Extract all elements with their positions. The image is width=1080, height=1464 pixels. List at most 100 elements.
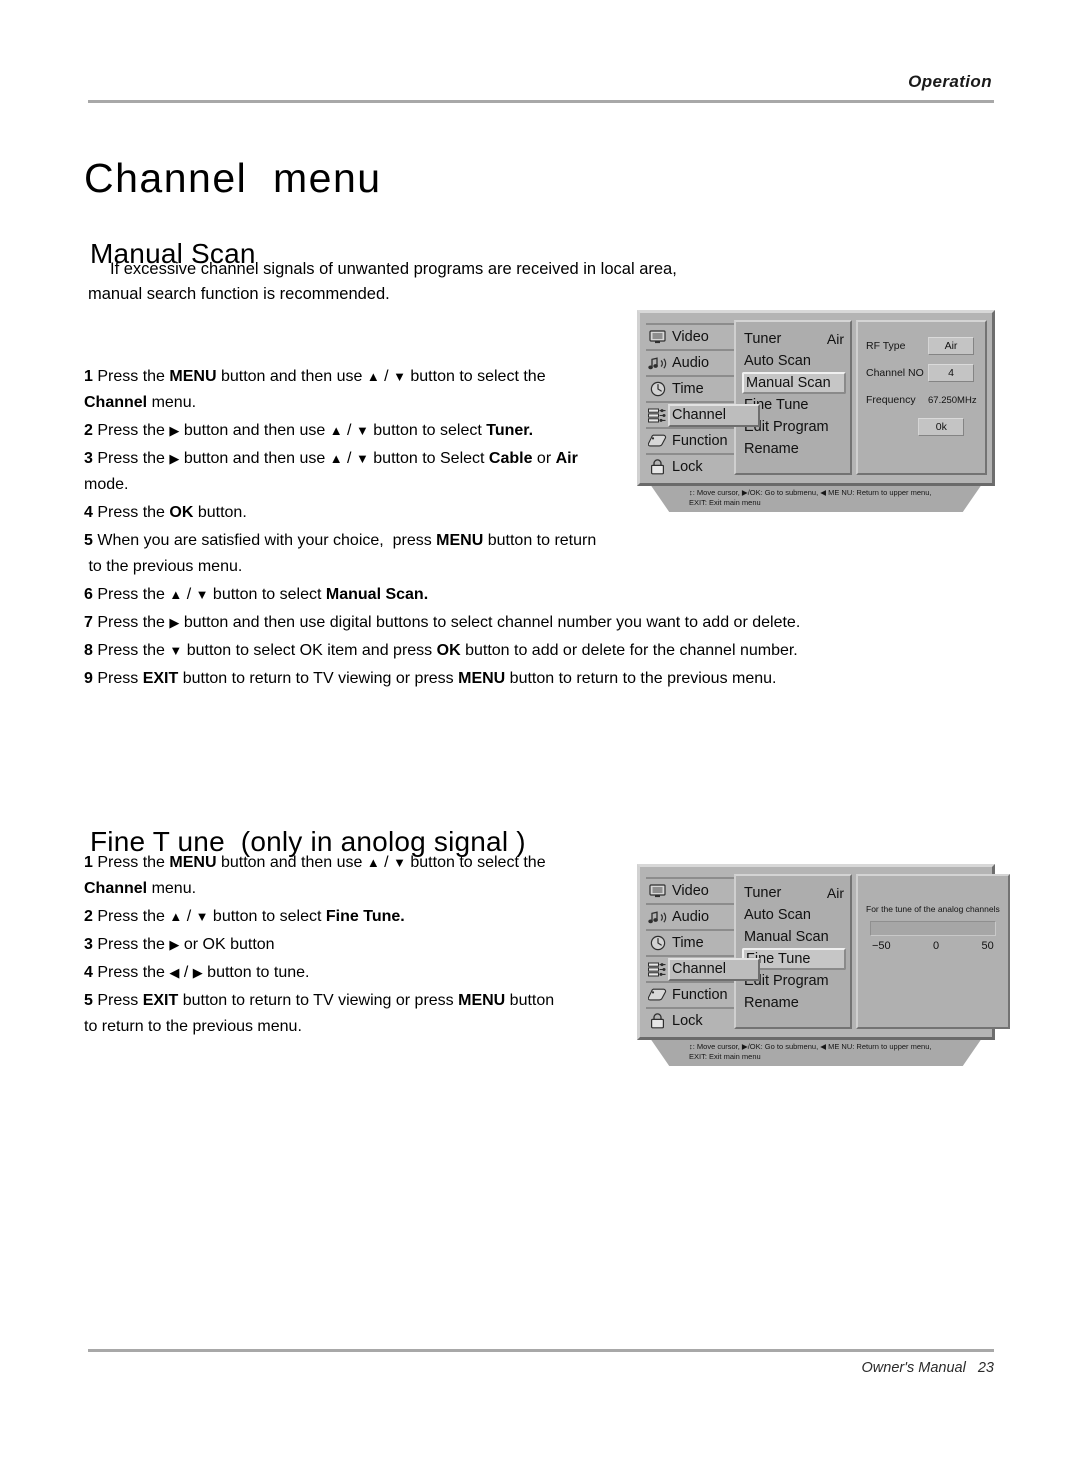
osd-menu-item-manual-scan[interactable]: Manual Scan [742, 372, 846, 394]
osd-sidebar-item-label: Lock [672, 459, 703, 475]
step-number: 4 [84, 504, 93, 521]
sliders-icon [648, 407, 667, 424]
scale-min-label: −50 [872, 940, 891, 952]
scale-max-label: 50 [981, 940, 994, 952]
sliders-icon [648, 961, 667, 978]
footer-rule [88, 1349, 994, 1352]
fine-tune-caption: For the tune of the analog channels [866, 904, 1000, 914]
music-note-icon [648, 909, 667, 926]
osd-screenshot-manual-scan: Video Audio Time Channel Function Lock Tuner A… [637, 310, 995, 512]
step-item: 6 Press the ▲ / ▼ button to select Manua… [84, 586, 429, 603]
osd-menu-item-tuner[interactable]: Tuner Air [742, 882, 846, 904]
padlock-icon [648, 1013, 667, 1030]
frequency-row: Frequency 67.250MHz [866, 388, 977, 412]
step-number: 8 [84, 642, 93, 659]
fine-tune-slider[interactable] [870, 921, 996, 936]
step-number: 3 [84, 936, 93, 953]
osd-sidebar-item-video[interactable]: Video [646, 323, 734, 349]
manual-label: Owner's Manual [861, 1360, 966, 1376]
osd-sidebar-item-function[interactable]: Function [646, 981, 734, 1007]
channel-no-row: Channel NO 4 [866, 361, 977, 385]
osd-sidebar-item-time[interactable]: Time [646, 375, 734, 401]
osd-menu-item-label: Auto Scan [744, 907, 811, 923]
step-number: 5 [84, 992, 93, 1009]
osd-menu-item-value: Air [826, 885, 844, 901]
osd-hint-line-1: ↕: Move cursor, ▶/OK: Go to submenu, ◀ M… [689, 1042, 932, 1051]
step-item: 7 Press the ▶ button and then use digita… [84, 614, 801, 631]
osd-menu-item-value: Air [826, 331, 844, 347]
frequency-value: 67.250MHz [928, 394, 977, 406]
intro-line-2: manual search function is recommended. [88, 285, 390, 303]
osd-sidebar-item-label: Time [672, 935, 704, 951]
page-number: 23 [977, 1360, 994, 1376]
step-number: 6 [84, 586, 93, 603]
osd-menu-item-label: Manual Scan [744, 929, 829, 945]
channel-no-value[interactable]: 4 [928, 364, 974, 382]
osd-sidebar-item-audio[interactable]: Audio [646, 349, 734, 375]
osd-sidebar-item-lock[interactable]: Lock [646, 1007, 734, 1033]
step-number: 4 [84, 964, 93, 981]
osd-sidebar[interactable]: Video Audio Time Channel Function Lock [646, 320, 760, 475]
page-title: Channel menu [84, 155, 382, 202]
osd-sidebar-item-channel[interactable]: Channel [646, 401, 760, 427]
step-item: 3 Press the ▶ or OK button [84, 936, 275, 953]
step-number: 2 [84, 908, 93, 925]
osd-menu-item-label: Manual Scan [746, 375, 831, 391]
osd-sidebar-item-time[interactable]: Time [646, 929, 734, 955]
osd-hint-line-2: EXIT: Exit main menu [689, 1052, 761, 1061]
osd-sidebar[interactable]: Video Audio Time Channel Function Lock [646, 874, 760, 1029]
osd-sidebar-item-label: Video [672, 329, 709, 345]
channel-no-label: Channel NO [866, 367, 924, 379]
osd-menu-item-tuner[interactable]: Tuner Air [742, 328, 846, 350]
osd-sidebar-item-channel[interactable]: Channel [646, 955, 760, 981]
page-running-head: Operation [88, 72, 994, 92]
osd-sidebar-item-label: Video [672, 883, 709, 899]
page-footer: Owner's Manual 23 [88, 1360, 994, 1376]
step-number: 2 [84, 422, 93, 439]
padlock-icon [648, 459, 667, 476]
osd-sidebar-item-label: Function [672, 987, 728, 1003]
step-item: 4 Press the ◀ / ▶ button to tune. [84, 964, 310, 981]
osd-sidebar-item-function[interactable]: Function [646, 427, 734, 453]
osd-hint-text: ↕: Move cursor, ▶/OK: Go to submenu, ◀ M… [689, 1042, 931, 1062]
step-number: 1 [84, 854, 93, 871]
osd-sidebar-item-label: Function [672, 433, 728, 449]
step-number: 5 [84, 532, 93, 549]
osd-sidebar-item-label: Time [672, 381, 704, 397]
ok-button[interactable]: 0k [918, 418, 965, 436]
osd-menu-item-auto-scan[interactable]: Auto Scan [742, 350, 846, 372]
osd-menu-list[interactable]: Tuner Air Auto Scan Manual Scan Fine Tune Edi… [734, 874, 852, 1029]
fine-tune-scale: −50 0 50 [866, 940, 1000, 952]
monitor-icon [648, 329, 667, 346]
intro-line-1: If excessive channel signals of unwanted… [110, 260, 677, 278]
osd-sidebar-item-video[interactable]: Video [646, 877, 734, 903]
step-item: 1 Press the MENU button and then use ▲ /… [84, 854, 546, 897]
osd-hint-line-2: EXIT: Exit main menu [689, 498, 761, 507]
tag-icon [648, 433, 667, 450]
osd-menu-item-rename[interactable]: Rename [742, 992, 846, 1014]
fine-tune-step-list: 1 Press the MENU button and then use ▲ /… [84, 850, 644, 1042]
running-head-label: Operation [908, 72, 992, 91]
osd-screenshot-fine-tune: Video Audio Time Channel Function Lock Tuner A… [637, 864, 1010, 1066]
osd-detail-panel-manual-scan: RF Type Air Channel NO 4 Frequency 67.25… [856, 320, 987, 475]
osd-menu-item-manual-scan[interactable]: Manual Scan [742, 926, 846, 948]
header-rule [88, 100, 994, 103]
osd-menu-list[interactable]: Tuner Air Auto Scan Manual Scan Fine Tune Edi… [734, 320, 852, 475]
osd-menu-item-auto-scan[interactable]: Auto Scan [742, 904, 846, 926]
step-number: 7 [84, 614, 93, 631]
tag-icon [648, 987, 667, 1004]
osd-sidebar-item-audio[interactable]: Audio [646, 903, 734, 929]
osd-hint-line-1: ↕: Move cursor, ▶/OK: Go to submenu, ◀ M… [689, 488, 932, 497]
manual-scan-intro: If excessive channel signals of unwanted… [88, 257, 818, 307]
rf-type-row: RF Type Air [866, 334, 977, 358]
osd-menu-item-label: Auto Scan [744, 353, 811, 369]
step-item: 5 When you are satisfied with your choic… [84, 532, 597, 575]
ok-button-row: 0k [866, 418, 977, 436]
osd-sidebar-item-lock[interactable]: Lock [646, 453, 734, 479]
osd-menu-item-label: Tuner [744, 331, 782, 347]
rf-type-label: RF Type [866, 340, 906, 352]
osd-sidebar-item-label: Lock [672, 1013, 703, 1029]
step-item: 9 Press EXIT button to return to TV view… [84, 670, 777, 687]
osd-menu-item-rename[interactable]: Rename [742, 438, 846, 460]
rf-type-value[interactable]: Air [928, 337, 974, 355]
